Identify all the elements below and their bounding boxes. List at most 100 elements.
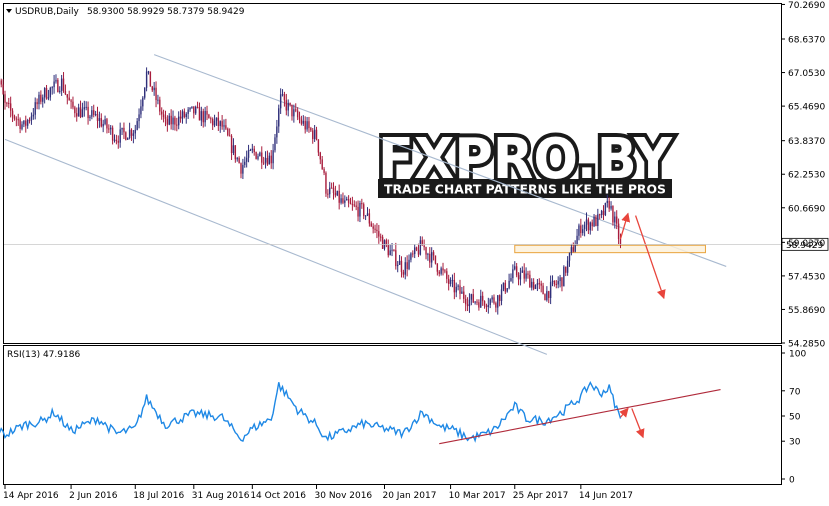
candle [599,213,601,220]
candle-body [70,100,72,102]
candle-body [566,260,569,273]
candle [225,118,227,131]
candle-body [404,262,406,275]
candle [427,252,429,261]
candle-body [68,97,70,101]
candle [255,151,257,160]
candle [8,97,10,109]
candle-body [257,156,259,159]
candle [189,107,191,112]
candle [138,108,140,129]
price-tick-label: 62.2530 [788,171,825,181]
candle [364,215,367,221]
candle-body [208,114,210,119]
candle-body [532,281,535,289]
candle [340,194,342,205]
candle [417,243,420,258]
candle-body [517,275,520,280]
price-tick-label: 54.2850 [788,340,825,350]
candle [11,108,14,123]
candle-body [340,198,342,203]
candle-body [204,110,206,123]
candle [457,284,459,291]
candle [553,280,556,287]
candle [9,96,12,118]
candle-body [21,124,23,129]
candle [251,143,254,154]
candle [83,100,85,117]
candle [381,234,384,250]
candle [542,282,544,295]
candle-body [491,297,493,300]
candle-body [417,249,420,255]
candle-body [361,203,363,205]
candle-body [144,87,146,98]
candle-body [149,71,152,87]
candle [549,275,552,305]
candle [202,108,204,128]
candle-body [546,291,548,301]
candle-body [76,113,78,117]
candle [617,218,620,245]
candle [159,96,161,116]
candle-body [599,214,601,216]
candle-body [506,288,508,292]
candle [400,256,403,278]
candle-body [81,109,84,118]
candle-body [514,266,516,270]
candle-body [502,282,505,290]
candle-body [527,273,529,275]
candle [540,280,542,293]
candle-body [278,108,280,127]
candle [98,111,101,128]
candle [406,255,408,277]
candle [66,94,69,105]
candle-body [557,281,559,285]
candle [21,121,23,131]
candle [566,256,569,276]
candle-body [451,279,454,281]
candle-body [551,280,554,283]
candle-body [565,266,567,273]
candle [140,99,142,119]
candle-body [606,200,608,203]
candle-body [128,129,131,138]
candle [463,285,465,304]
candle-body [391,249,393,251]
candle [438,270,440,277]
candle [242,158,244,180]
candle-body [140,106,142,115]
candle-body [17,119,19,121]
candle [498,294,501,307]
rsi-tick-label: 100 [789,350,806,360]
candle [502,282,505,292]
candle-body [4,94,6,103]
candle [466,297,469,312]
candle-body [270,155,272,164]
candle-body [304,120,306,130]
candle-body [272,150,274,164]
candle [410,252,412,263]
candle [517,272,520,286]
candle [0,78,2,88]
candle [47,89,50,101]
candle-body [108,128,110,130]
candle [568,252,571,267]
candle [315,126,318,141]
candle [323,167,325,176]
candle-body [459,285,461,294]
candle-body [468,299,471,307]
candle-body [236,157,238,160]
candle-body [125,132,127,140]
candle [87,101,89,125]
candle [221,115,223,130]
candle [610,201,612,211]
candle [200,106,203,127]
candle [179,110,182,123]
candle [487,297,490,314]
candle [276,119,278,144]
candle-body [336,190,338,196]
candle-body [170,115,172,125]
candle-body [191,106,193,108]
candle [183,108,186,119]
